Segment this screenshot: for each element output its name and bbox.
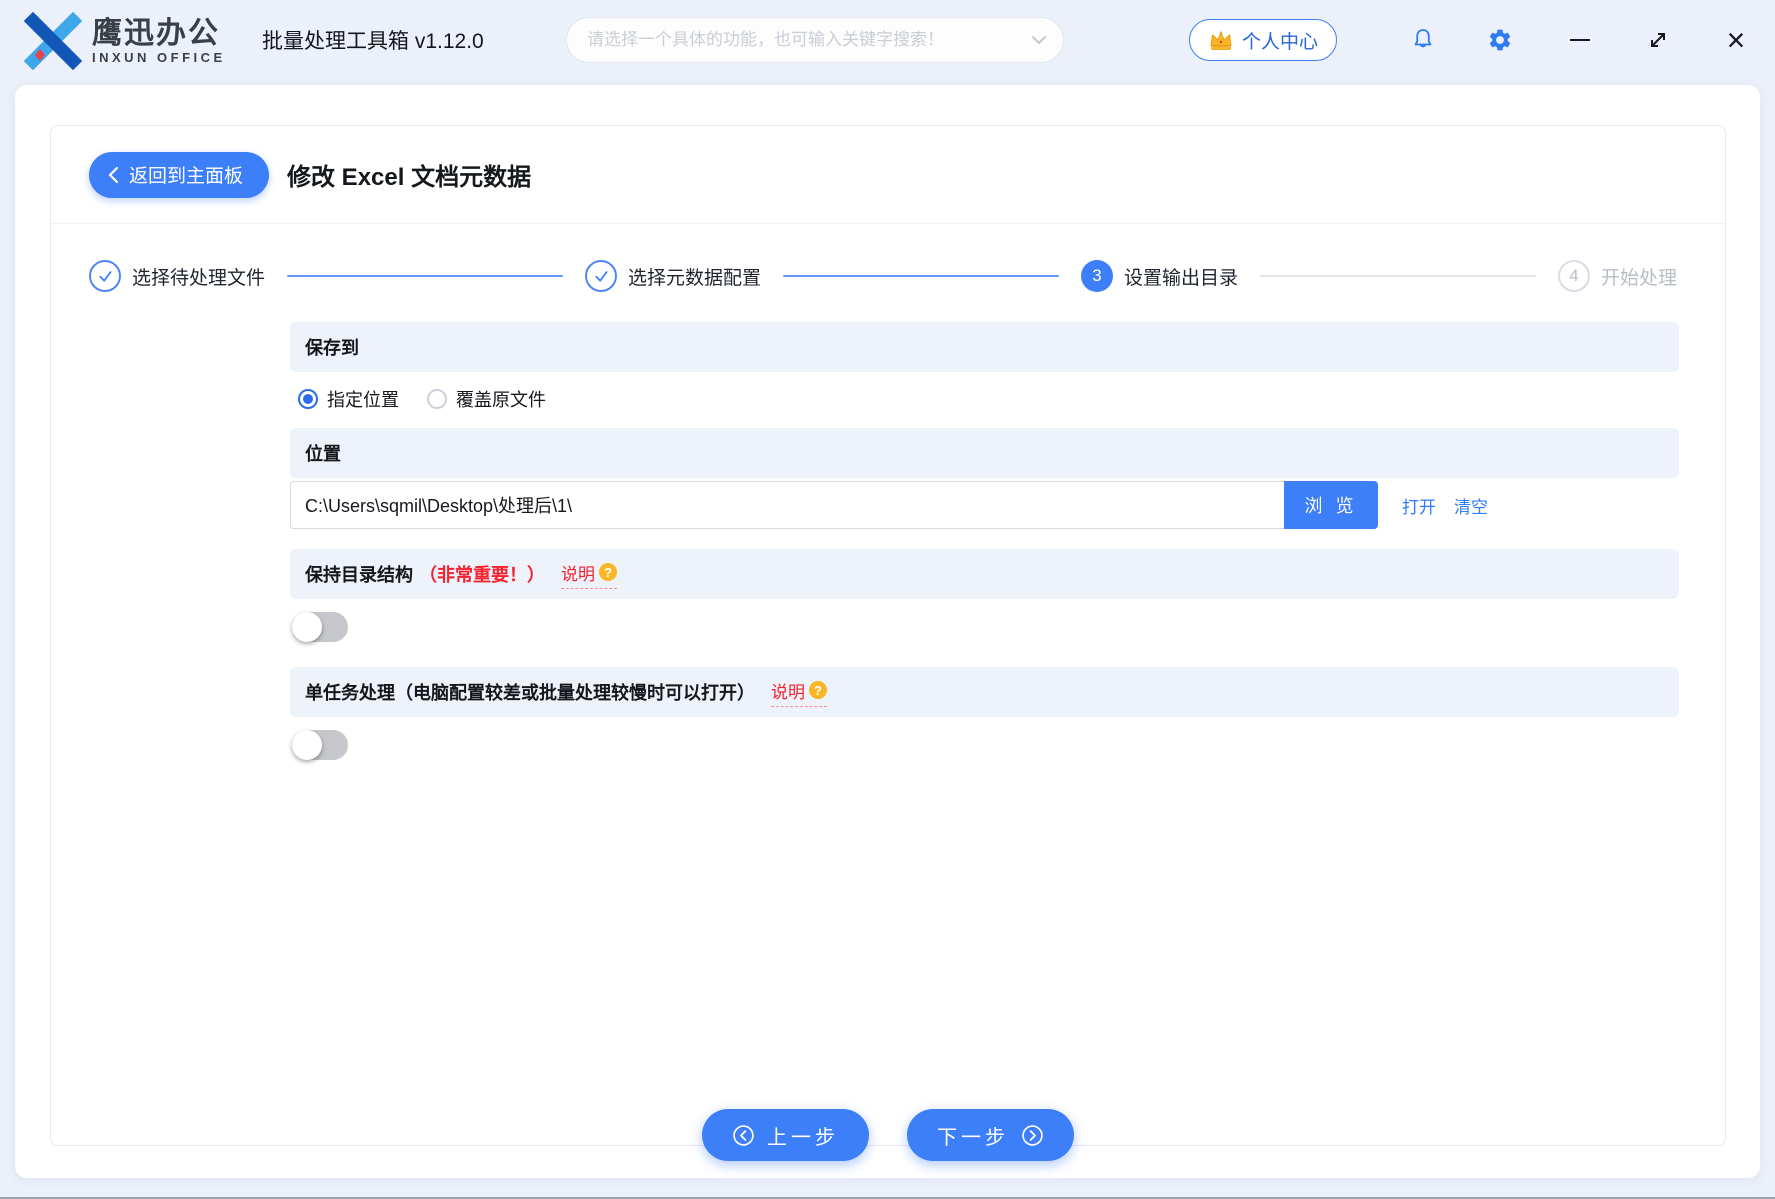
toggle-knob	[292, 730, 322, 760]
single-task-title: 单任务处理（电脑配置较差或批量处理较慢时可以打开）	[305, 683, 755, 703]
logo-x-icon	[24, 12, 82, 70]
step-done-check-icon	[89, 260, 121, 292]
logo-text-en: INXUN OFFICE	[92, 49, 226, 65]
keep-structure-section-header: 保持目录结构 （非常重要！） 说明 ?	[290, 549, 1679, 599]
keep-structure-important-note: （非常重要！）	[419, 565, 545, 585]
step-connector	[783, 275, 1059, 277]
question-mark-icon: ?	[599, 563, 617, 581]
help-link-label: 说明	[561, 564, 595, 584]
chevron-down-icon[interactable]	[1031, 35, 1047, 45]
step-select-metadata-config: 选择元数据配置	[585, 260, 761, 292]
previous-step-button[interactable]: 上一步	[702, 1109, 869, 1161]
radio-off-icon	[427, 389, 447, 409]
logo-text-cn: 鹰迅办公	[92, 16, 220, 50]
close-button[interactable]: ×	[1722, 22, 1750, 58]
output-path-input[interactable]	[290, 481, 1284, 529]
maximize-button[interactable]	[1644, 26, 1672, 54]
user-center-button[interactable]: 个人中心	[1189, 19, 1338, 61]
settings-gear-icon[interactable]	[1487, 27, 1513, 53]
save-to-options: 指定位置 覆盖原文件	[290, 372, 1679, 428]
back-to-dashboard-button[interactable]: 返回到主面板	[89, 151, 270, 198]
location-section-header: 位置	[290, 428, 1679, 478]
next-step-button[interactable]: 下一步	[907, 1109, 1074, 1161]
radio-label: 指定位置	[327, 390, 399, 410]
keep-structure-title: 保持目录结构	[305, 565, 413, 585]
step-connector	[1260, 275, 1536, 277]
single-task-toggle[interactable]	[292, 730, 348, 760]
step-number-badge: 3	[1081, 260, 1113, 292]
step-label: 选择元数据配置	[628, 267, 762, 289]
radio-overwrite-original[interactable]: 覆盖原文件	[427, 386, 546, 412]
single-task-help-link[interactable]: 说明 ?	[771, 678, 827, 707]
keep-structure-help-link[interactable]: 说明 ?	[561, 560, 617, 589]
page-title: 修改 Excel 文档元数据	[287, 164, 532, 191]
step-connector	[287, 275, 563, 277]
step-label: 设置输出目录	[1124, 267, 1239, 289]
maximize-icon	[1651, 33, 1665, 47]
app-title: 批量处理工具箱 v1.12.0	[262, 30, 484, 53]
circle-chevron-right-icon	[1022, 1124, 1043, 1146]
radio-label: 覆盖原文件	[456, 390, 546, 410]
browse-button[interactable]: 浏 览	[1284, 481, 1378, 529]
title-row: 返回到主面板 修改 Excel 文档元数据	[51, 126, 1725, 224]
step-start-processing: 4 开始处理	[1558, 260, 1677, 292]
question-mark-icon: ?	[809, 681, 827, 699]
help-link-label: 说明	[771, 682, 805, 702]
clear-path-link[interactable]: 清空	[1454, 493, 1488, 518]
previous-step-label: 上一步	[767, 1126, 839, 1149]
step-set-output-dir: 3 设置输出目录	[1081, 260, 1238, 292]
save-to-section-header: 保存到	[290, 322, 1679, 372]
wizard-footer: 上一步 下一步	[702, 1109, 1074, 1161]
chevron-left-icon	[108, 166, 119, 183]
back-button-label: 返回到主面板	[129, 166, 244, 187]
minimize-icon	[1570, 39, 1590, 41]
keep-structure-toggle[interactable]	[292, 612, 348, 642]
next-step-label: 下一步	[937, 1126, 1009, 1149]
circle-chevron-left-icon	[733, 1124, 754, 1146]
radio-on-icon	[298, 389, 318, 409]
notification-bell-icon[interactable]	[1410, 27, 1436, 53]
app-header: 鹰迅办公 INXUN OFFICE 批量处理工具箱 v1.12.0 个人中心	[0, 0, 1775, 80]
form-content: 保存到 指定位置 覆盖原文件 位置 浏 览 打开 清空	[290, 322, 1679, 760]
minimize-button[interactable]	[1566, 26, 1594, 54]
wizard-panel: 返回到主面板 修改 Excel 文档元数据 选择待处理文件 选择元数据配置 3 …	[50, 125, 1726, 1161]
output-path-row: 浏 览 打开 清空	[290, 481, 1679, 529]
step-indicator: 选择待处理文件 选择元数据配置 3 设置输出目录 4 开始处理	[51, 224, 1725, 292]
close-icon: ×	[1726, 22, 1746, 58]
crown-icon	[1210, 30, 1232, 50]
step-number-badge: 4	[1558, 260, 1590, 292]
single-task-section-header: 单任务处理（电脑配置较差或批量处理较慢时可以打开） 说明 ?	[290, 667, 1679, 717]
toggle-knob	[292, 612, 322, 642]
location-title: 位置	[305, 444, 341, 464]
step-done-check-icon	[585, 260, 617, 292]
step-label: 开始处理	[1601, 267, 1678, 289]
save-to-title: 保存到	[305, 338, 359, 358]
app-logo: 鹰迅办公 INXUN OFFICE	[24, 12, 226, 70]
search-input[interactable]	[587, 30, 1031, 50]
open-folder-link[interactable]: 打开	[1402, 493, 1436, 518]
step-select-files: 选择待处理文件	[89, 260, 265, 292]
main-card: 返回到主面板 修改 Excel 文档元数据 选择待处理文件 选择元数据配置 3 …	[15, 85, 1760, 1178]
user-center-label: 个人中心	[1242, 31, 1319, 53]
radio-specified-location[interactable]: 指定位置	[298, 386, 399, 412]
function-search[interactable]	[566, 17, 1064, 63]
step-label: 选择待处理文件	[132, 267, 266, 289]
